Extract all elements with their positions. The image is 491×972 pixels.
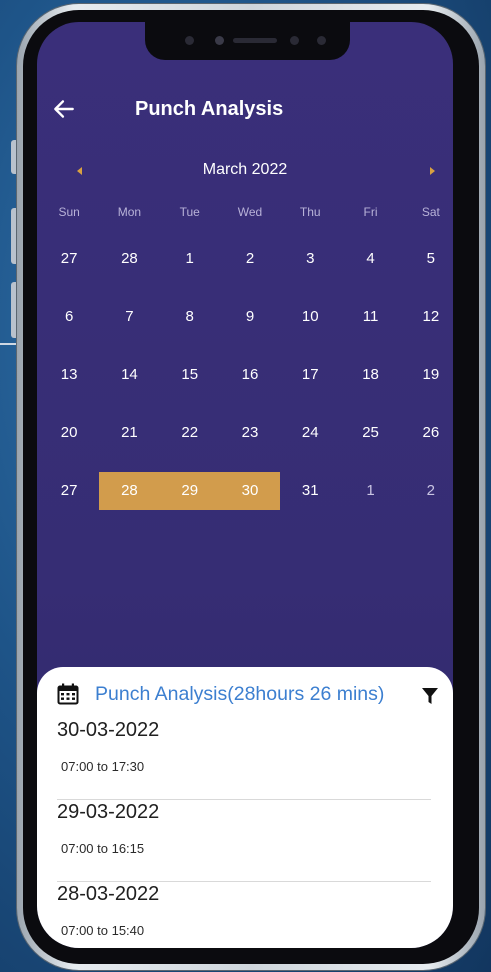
filter-icon[interactable] <box>421 687 439 705</box>
calendar-day[interactable]: 7 <box>99 298 159 336</box>
calendar-day[interactable]: 20 <box>39 414 99 452</box>
calendar-day[interactable]: 10 <box>280 298 340 336</box>
calendar-day-next-month[interactable]: 1 <box>340 472 400 510</box>
app-header: Punch Analysis <box>37 92 453 128</box>
calendar-day[interactable]: 14 <box>99 356 159 394</box>
calendar-day[interactable]: 2 <box>220 240 280 278</box>
entry-date: 30-03-2022 <box>57 719 160 741</box>
entry-time: 07:00 to 16:15 <box>61 841 145 856</box>
weekday-label: Fri <box>363 205 378 219</box>
calendar-day[interactable]: 18 <box>340 356 400 394</box>
calendar-day[interactable]: 31 <box>280 472 340 510</box>
calendar-day[interactable]: 11 <box>340 298 400 336</box>
back-arrow-icon[interactable] <box>51 96 77 122</box>
entry-time: 07:00 to 17:30 <box>61 759 145 774</box>
list-item[interactable]: 29-03-2022 07:00 to 16:15 <box>57 801 431 882</box>
calendar-day[interactable]: 1 <box>160 240 220 278</box>
calendar-day[interactable]: 4 <box>340 240 400 278</box>
calendar-day[interactable]: 3 <box>280 240 340 278</box>
summary-title: Punch Analysis(28hours 26 mins) <box>95 683 385 705</box>
calendar-grid: Sun Mon Tue Wed Thu Fri Sat 27 28 1 2 3 … <box>39 205 453 517</box>
month-navigator: March 2022 <box>37 159 453 183</box>
app-screen: Punch Analysis March 2022 Sun Mon Tue We… <box>37 22 453 948</box>
calendar-day[interactable]: 12 <box>401 298 453 336</box>
calendar-week: 6 7 8 9 10 11 12 <box>39 291 453 343</box>
camera-notch <box>145 22 350 60</box>
list-item[interactable]: 30-03-2022 07:00 to 17:30 <box>57 719 431 800</box>
phone-frame: Punch Analysis March 2022 Sun Mon Tue We… <box>17 4 485 970</box>
calendar-day[interactable]: 27 <box>39 240 99 278</box>
calendar-week: 27 28 1 2 3 4 5 <box>39 233 453 285</box>
calendar-day[interactable]: 26 <box>401 414 453 452</box>
calendar-day-selected[interactable]: 29 <box>159 472 220 510</box>
month-label: March 2022 <box>202 161 288 178</box>
calendar-day[interactable]: 23 <box>220 414 280 452</box>
calendar-day[interactable]: 13 <box>39 356 99 394</box>
weekday-header: Sun Mon Tue Wed Thu Fri Sat <box>39 205 453 227</box>
calendar-day-selected[interactable]: 28 <box>99 472 160 510</box>
calendar-day[interactable]: 19 <box>401 356 453 394</box>
calendar-icon <box>57 683 79 705</box>
calendar-day[interactable]: 6 <box>39 298 99 336</box>
calendar-day-selected[interactable]: 30 <box>219 472 281 510</box>
calendar-week: 13 14 15 16 17 18 19 <box>39 349 453 401</box>
calendar-day[interactable]: 17 <box>280 356 340 394</box>
weekday-label: Thu <box>299 205 321 219</box>
calendar-week: 20 21 22 23 24 25 26 <box>39 407 453 459</box>
weekday-label: Sat <box>421 205 440 219</box>
calendar-day-next-month[interactable]: 2 <box>401 472 453 510</box>
calendar-day[interactable]: 28 <box>99 240 159 278</box>
calendar-day[interactable]: 15 <box>160 356 220 394</box>
entry-time: 07:00 to 15:40 <box>61 923 145 938</box>
list-item[interactable]: 28-03-2022 07:00 to 15:40 <box>57 883 431 948</box>
weekday-label: Sun <box>58 205 80 219</box>
calendar-day[interactable]: 21 <box>99 414 159 452</box>
page-title: Punch Analysis <box>135 98 284 120</box>
calendar-day[interactable]: 9 <box>220 298 280 336</box>
weekday-label: Mon <box>117 205 142 219</box>
chevron-right-icon[interactable] <box>430 167 435 175</box>
summary-header: Punch Analysis(28hours 26 mins) <box>57 679 443 711</box>
calendar-day[interactable]: 25 <box>340 414 400 452</box>
entry-date: 28-03-2022 <box>57 883 160 905</box>
entry-date: 29-03-2022 <box>57 801 160 823</box>
weekday-label: Wed <box>237 205 263 219</box>
calendar-day[interactable]: 8 <box>160 298 220 336</box>
calendar-week: 27 28 29 30 31 1 2 <box>39 465 453 517</box>
weekday-label: Tue <box>179 205 200 219</box>
calendar-day[interactable]: 5 <box>401 240 453 278</box>
calendar-day[interactable]: 24 <box>280 414 340 452</box>
calendar-day[interactable]: 22 <box>160 414 220 452</box>
punch-summary-card: Punch Analysis(28hours 26 mins) 30-03-20… <box>37 667 453 948</box>
calendar-day[interactable]: 27 <box>39 472 99 510</box>
calendar-day[interactable]: 16 <box>220 356 280 394</box>
